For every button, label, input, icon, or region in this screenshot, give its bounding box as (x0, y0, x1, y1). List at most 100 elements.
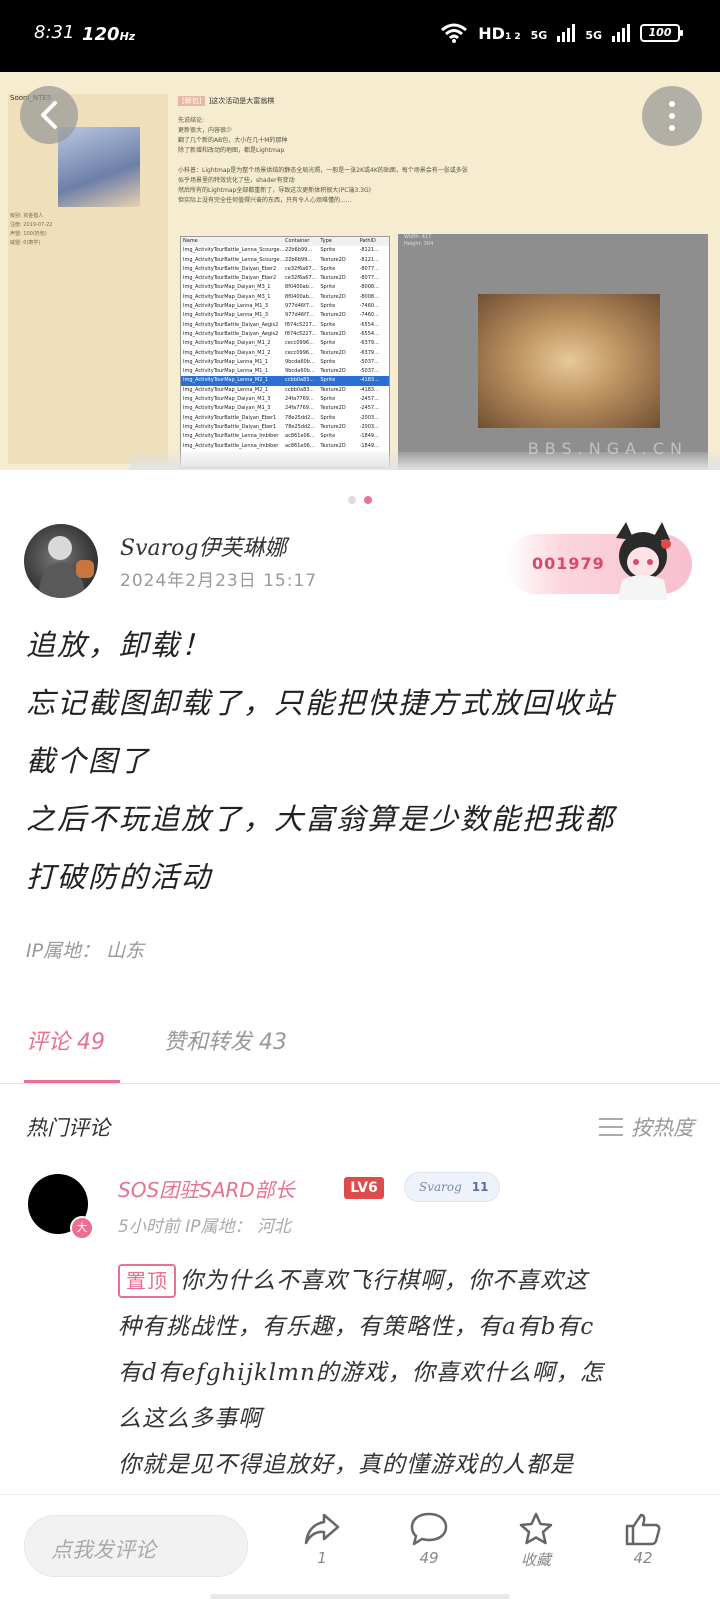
table-cell: -7460... (359, 312, 379, 319)
table-cell: 22b6b99... (285, 247, 313, 254)
avatar-mark: 大 (70, 1216, 94, 1240)
tab-comments[interactable]: 评论 49 (26, 1024, 105, 1056)
table-cell: -6554... (359, 330, 379, 337)
comment-content[interactable]: 置顶 你为什么不喜欢飞行棋啊，你不喜欢这 种有挑战性，有乐趣，有策略性，有a有b有… (118, 1258, 698, 1488)
back-button[interactable] (20, 86, 78, 144)
table-cell: Img_ActivityTourMap_Lenna_M1_1 (183, 358, 269, 365)
favorite-button[interactable]: 收藏 (496, 1511, 576, 1570)
table-cell: Sprite (320, 377, 336, 384)
post-line: 截个图了 (26, 744, 151, 778)
tab-likes-shares[interactable]: 赞和转发 43 (164, 1024, 287, 1056)
commenter-avatar[interactable]: 大 (28, 1174, 94, 1240)
signal-bars-icon (557, 24, 576, 42)
table-cell: -6379... (359, 340, 379, 347)
table-cell: Img_ActivityTourMap_Daiyan_M1_3 (183, 405, 271, 412)
table-cell: -1849... (359, 433, 379, 440)
table-cell: Img_ActivityTourBattle_Daiyan_Eber2 (183, 265, 277, 272)
table-row: Img_ActivityTourMap_Daiyan_M1_2 cecc0996.… (181, 349, 389, 358)
forum-post-line: 除了新增和改动的地图，都是Lightmap (178, 147, 285, 154)
table-cell: -6379... (359, 349, 379, 356)
table-cell: Texture2D (320, 386, 346, 393)
comment-input[interactable]: 点我发评论 (24, 1515, 248, 1577)
share-button[interactable]: 1 (282, 1511, 362, 1567)
table-cell: f874c5227... (285, 330, 317, 337)
table-cell: Img_ActivityTourMap_Lenna_M2_1 (183, 377, 269, 384)
menu-icon (599, 1118, 623, 1136)
carousel-dot-active[interactable] (364, 496, 372, 504)
fan-tag-name: Svarog (419, 1180, 462, 1194)
table-cell: Img_ActivityTourMap_Lenna_M1_3 (183, 312, 269, 319)
sort-button[interactable]: 按热度 (599, 1112, 694, 1142)
thumbs-up-icon (625, 1513, 661, 1546)
post-line: 之后不玩追放了，大富翁算是少数能把我都 (26, 802, 616, 836)
comment-input-placeholder: 点我发评论 (51, 1538, 156, 1562)
forum-post-line: 小科普：Lightmap是为整个场景烘焙的静态全局光照，一般是一张2K或4K的贴… (178, 167, 468, 174)
network-type: HD1 2 (478, 23, 521, 43)
table-cell: -7460... (359, 303, 379, 310)
author-name[interactable]: Svarog伊芙琳娜 (120, 530, 286, 562)
table-cell: Sprite (320, 303, 336, 310)
post-image-carousel[interactable]: Sooni_NTE5 级别: 资金猎人 注册: 2019-07-22 声望: 1… (0, 72, 720, 470)
table-cell: Img_ActivityTourMap_Lenna_M2_1 (183, 386, 269, 393)
forum-post-line: 更新很大，内容很少 (178, 127, 233, 134)
table-cell: Img_ActivityTourBattle_Daiyan_Eber2 (183, 275, 277, 282)
table-cell: Img_ActivityTourBattle_Daiyan_Aegis2 (183, 321, 279, 328)
forum-post-line: 然后所有的Lightmap全部都重新了，导致这次更新体积很大(PC端3.3G) (178, 187, 371, 194)
fan-number-badge[interactable]: 001979 (506, 522, 692, 600)
table-cell: 22b6b99... (285, 256, 313, 263)
catgirl-mascot-icon (616, 522, 671, 600)
home-indicator[interactable] (210, 1594, 510, 1599)
asset-table: Name Container Type PathID Img_ActivityTourB… (180, 236, 390, 468)
post-date: 2024年2月23日 15:17 (120, 571, 318, 591)
table-row: Img_ActivityTourBattle_Daiyan_Eber1 78e25… (181, 414, 389, 423)
fan-tag[interactable]: Svarog 11 (404, 1172, 500, 1202)
table-cell: Texture2D (320, 442, 346, 449)
active-tab-indicator (24, 1080, 120, 1083)
table-cell: Sprite (320, 396, 336, 403)
table-cell: Sprite (320, 340, 336, 347)
table-cell: Img_ActivityTourMap_Daiyan_M3_1 (183, 284, 271, 291)
comment-button[interactable]: 49 (389, 1511, 469, 1567)
table-cell: -6554... (359, 321, 379, 328)
carousel-dot[interactable] (348, 496, 356, 504)
status-icons: HD1 2 5G 5G 100 (440, 22, 683, 44)
table-cell: -8077... (359, 265, 379, 272)
table-cell: Texture2D (320, 349, 346, 356)
table-cell: Sprite (320, 433, 336, 440)
comment-line: 你就是见不得追放好，真的懂游戏的人都是 (118, 1452, 574, 1478)
signal-5g-2: 5G (585, 28, 602, 42)
table-cell: -2003... (359, 423, 379, 430)
like-button[interactable]: 42 (603, 1511, 683, 1567)
table-cell: Img_ActivityTourMap_Daiyan_M3_1 (183, 293, 271, 300)
table-cell: ce32f6a67... (285, 275, 317, 282)
carousel-indicator (348, 496, 372, 504)
table-cell: Texture2D (320, 275, 346, 282)
table-row: Img_ActivityTourMap_Lenna_M2_1 ccbb0a83..… (181, 386, 389, 395)
forum-avatar-art (58, 127, 140, 207)
author-avatar[interactable] (24, 524, 98, 598)
table-cell: -8077... (359, 275, 379, 282)
battery-icon: 100 (640, 24, 683, 42)
comment-line: 有d有efghijklmn的游戏，你喜欢什么啊，怎 (118, 1360, 604, 1386)
table-cell: Sprite (320, 284, 336, 291)
table-cell: -2457... (359, 405, 379, 412)
table-cell: ccbb0a83... (285, 386, 315, 393)
dot-icon (669, 125, 675, 131)
table-cell: -1849... (359, 442, 379, 449)
commenter-name[interactable]: SOS团驻SARD部长 (118, 1174, 295, 1203)
preview-dimensions: Width: 417 Height: 304 (404, 234, 434, 247)
table-cell: 977d46f7... (285, 303, 314, 310)
table-cell: -8008... (359, 293, 379, 300)
bottom-action-bar: 点我发评论 1 49 收藏 42 (0, 1494, 720, 1600)
asset-preview: Width: 417 Height: 304 BBS.NGA.CN (398, 234, 708, 470)
table-cell: Texture2D (320, 330, 346, 337)
pinned-badge: 置顶 (118, 1264, 176, 1298)
table-cell: -5037... (359, 358, 379, 365)
more-options-button[interactable] (642, 86, 702, 146)
table-cell: Img_ActivityTourMap_Lenna_M1_1 (183, 368, 269, 375)
table-cell: -8121... (359, 256, 379, 263)
table-row: Img_ActivityTourMap_Daiyan_M1_2 cecc0996.… (181, 339, 389, 348)
chevron-left-icon (41, 101, 57, 129)
table-row: Img_ActivityTourBattle_Daiyan_Aegis2 f874… (181, 321, 389, 330)
forum-user-meta: 级别: 资金猎人 注册: 2019-07-22 声望: 100(奶包) 威望: … (10, 213, 53, 246)
